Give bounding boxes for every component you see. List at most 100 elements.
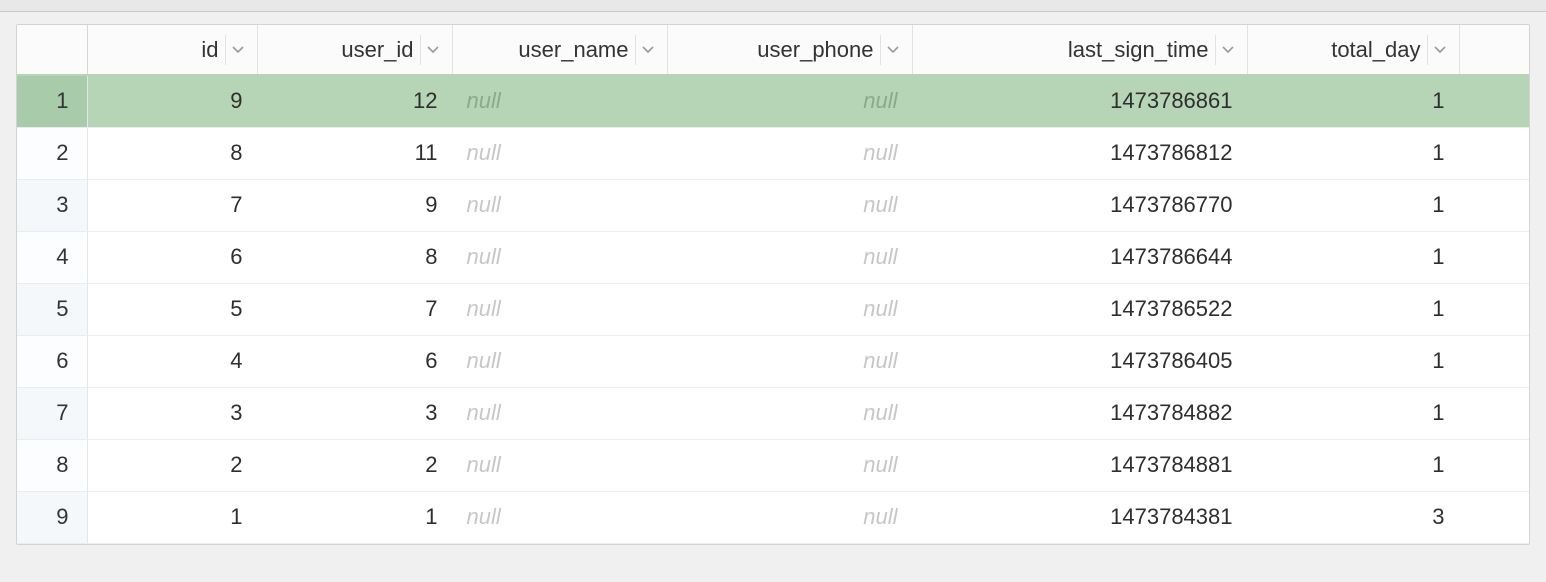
cell-user-id[interactable]: 3 [257, 387, 452, 439]
cell-user-name[interactable]: null [452, 335, 667, 387]
cell-spacer [1459, 283, 1529, 335]
column-label: user_id [268, 37, 420, 63]
cell-total-day[interactable]: 1 [1247, 127, 1459, 179]
cell-user-id[interactable]: 2 [257, 439, 452, 491]
row-number-cell[interactable]: 1 [17, 75, 87, 127]
cell-total-day[interactable]: 1 [1247, 231, 1459, 283]
cell-id[interactable]: 5 [87, 283, 257, 335]
column-label: user_name [463, 37, 635, 63]
cell-user-name[interactable]: null [452, 179, 667, 231]
row-number-cell[interactable]: 5 [17, 283, 87, 335]
table-body: 1912nullnull147378686112811nullnull14737… [17, 75, 1529, 543]
cell-last-sign-time[interactable]: 1473786644 [912, 231, 1247, 283]
cell-user-name[interactable]: null [452, 75, 667, 127]
cell-total-day[interactable]: 1 [1247, 75, 1459, 127]
cell-last-sign-time[interactable]: 1473784381 [912, 491, 1247, 543]
cell-last-sign-time[interactable]: 1473786522 [912, 283, 1247, 335]
cell-last-sign-time[interactable]: 1473786812 [912, 127, 1247, 179]
cell-user-phone[interactable]: null [667, 439, 912, 491]
cell-user-id[interactable]: 6 [257, 335, 452, 387]
filter-dropdown-icon[interactable] [880, 35, 906, 65]
cell-user-name[interactable]: null [452, 491, 667, 543]
cell-id[interactable]: 9 [87, 75, 257, 127]
cell-total-day[interactable]: 1 [1247, 283, 1459, 335]
cell-user-phone[interactable]: null [667, 335, 912, 387]
cell-user-name[interactable]: null [452, 231, 667, 283]
row-number-cell[interactable]: 9 [17, 491, 87, 543]
column-header-last-sign-time[interactable]: last_sign_time [912, 25, 1247, 75]
table-row[interactable]: 911nullnull14737843813 [17, 491, 1529, 543]
row-number-cell[interactable]: 7 [17, 387, 87, 439]
table-row[interactable]: 733nullnull14737848821 [17, 387, 1529, 439]
cell-id[interactable]: 3 [87, 387, 257, 439]
column-label: user_phone [678, 37, 880, 63]
cell-id[interactable]: 7 [87, 179, 257, 231]
cell-user-phone[interactable]: null [667, 283, 912, 335]
cell-id[interactable]: 6 [87, 231, 257, 283]
cell-total-day[interactable]: 1 [1247, 179, 1459, 231]
cell-last-sign-time[interactable]: 1473786770 [912, 179, 1247, 231]
column-label: total_day [1258, 37, 1427, 63]
row-number-cell[interactable]: 4 [17, 231, 87, 283]
cell-spacer [1459, 387, 1529, 439]
table-row[interactable]: 2811nullnull14737868121 [17, 127, 1529, 179]
cell-user-id[interactable]: 9 [257, 179, 452, 231]
table-row[interactable]: 557nullnull14737865221 [17, 283, 1529, 335]
cell-user-id[interactable]: 8 [257, 231, 452, 283]
cell-user-id[interactable]: 7 [257, 283, 452, 335]
cell-id[interactable]: 1 [87, 491, 257, 543]
cell-user-phone[interactable]: null [667, 75, 912, 127]
table-row[interactable]: 379nullnull14737867701 [17, 179, 1529, 231]
cell-id[interactable]: 4 [87, 335, 257, 387]
filter-dropdown-icon[interactable] [635, 35, 661, 65]
filter-dropdown-icon[interactable] [1215, 35, 1241, 65]
row-number-cell[interactable]: 3 [17, 179, 87, 231]
column-header-total-day[interactable]: total_day [1247, 25, 1459, 75]
row-number-cell[interactable]: 2 [17, 127, 87, 179]
row-number-cell[interactable]: 8 [17, 439, 87, 491]
cell-user-phone[interactable]: null [667, 231, 912, 283]
cell-spacer [1459, 179, 1529, 231]
column-header-user-name[interactable]: user_name [452, 25, 667, 75]
cell-user-name[interactable]: null [452, 127, 667, 179]
filter-dropdown-icon[interactable] [420, 35, 446, 65]
cell-user-phone[interactable]: null [667, 127, 912, 179]
cell-user-name[interactable]: null [452, 283, 667, 335]
cell-user-id[interactable]: 1 [257, 491, 452, 543]
table-row[interactable]: 468nullnull14737866441 [17, 231, 1529, 283]
column-header-user-id[interactable]: user_id [257, 25, 452, 75]
cell-user-id[interactable]: 11 [257, 127, 452, 179]
cell-user-name[interactable]: null [452, 387, 667, 439]
cell-last-sign-time[interactable]: 1473786405 [912, 335, 1247, 387]
cell-user-phone[interactable]: null [667, 387, 912, 439]
cell-user-id[interactable]: 12 [257, 75, 452, 127]
cell-spacer [1459, 75, 1529, 127]
filter-dropdown-icon[interactable] [225, 35, 251, 65]
cell-user-phone[interactable]: null [667, 491, 912, 543]
column-header-id[interactable]: id [87, 25, 257, 75]
table-row[interactable]: 646nullnull14737864051 [17, 335, 1529, 387]
filter-dropdown-icon[interactable] [1427, 35, 1453, 65]
toolbar [0, 0, 1546, 12]
column-header-user-phone[interactable]: user_phone [667, 25, 912, 75]
row-number-header[interactable] [17, 25, 87, 75]
table-row[interactable]: 822nullnull14737848811 [17, 439, 1529, 491]
cell-total-day[interactable]: 3 [1247, 491, 1459, 543]
row-number-cell[interactable]: 6 [17, 335, 87, 387]
cell-user-name[interactable]: null [452, 439, 667, 491]
header-row: id user_id use [17, 25, 1529, 75]
cell-spacer [1459, 335, 1529, 387]
cell-user-phone[interactable]: null [667, 179, 912, 231]
cell-id[interactable]: 2 [87, 439, 257, 491]
cell-spacer [1459, 231, 1529, 283]
table-row[interactable]: 1912nullnull14737868611 [17, 75, 1529, 127]
cell-last-sign-time[interactable]: 1473784882 [912, 387, 1247, 439]
cell-total-day[interactable]: 1 [1247, 335, 1459, 387]
cell-last-sign-time[interactable]: 1473784881 [912, 439, 1247, 491]
cell-total-day[interactable]: 1 [1247, 387, 1459, 439]
cell-spacer [1459, 127, 1529, 179]
cell-total-day[interactable]: 1 [1247, 439, 1459, 491]
cell-id[interactable]: 8 [87, 127, 257, 179]
column-spacer [1459, 25, 1529, 75]
cell-last-sign-time[interactable]: 1473786861 [912, 75, 1247, 127]
